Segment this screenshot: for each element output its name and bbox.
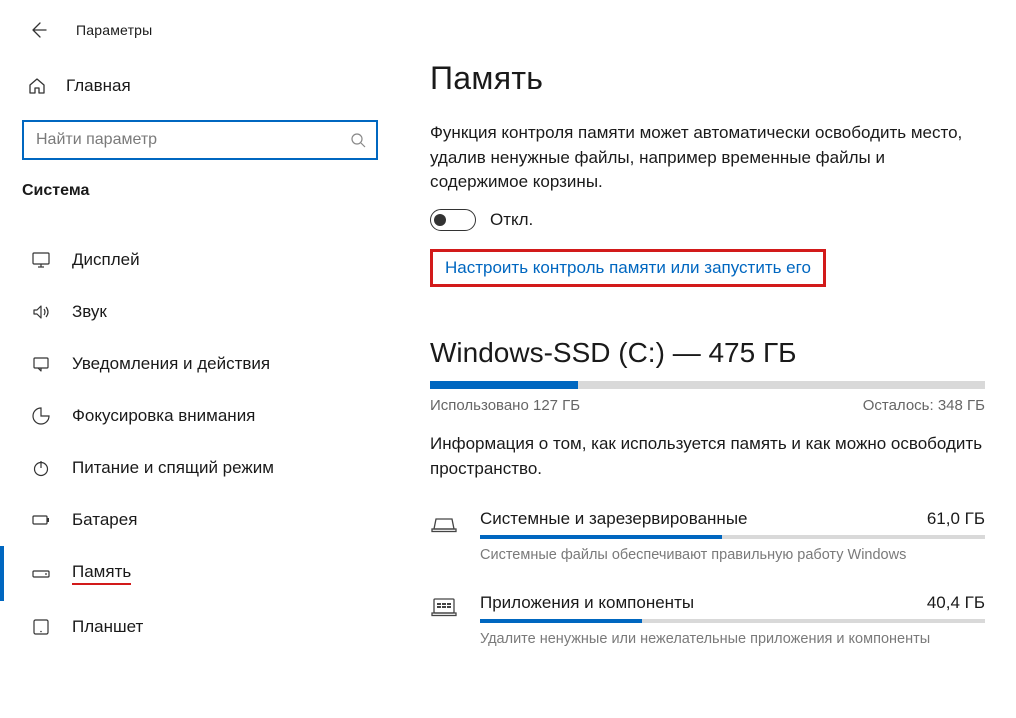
- category-subtext: Системные файлы обеспечивают правильную …: [480, 547, 985, 563]
- drive-usage-bar: [430, 381, 985, 389]
- storage-sense-toggle[interactable]: [430, 209, 476, 231]
- category-bar-fill: [480, 535, 722, 539]
- power-icon: [30, 458, 52, 478]
- sidebar-item-display[interactable]: Дисплей: [0, 234, 400, 286]
- drive-used-label: Использовано 127 ГБ: [430, 397, 580, 414]
- storage-icon: [30, 564, 52, 584]
- main-content: Память Функция контроля памяти может авт…: [400, 0, 1016, 718]
- sound-icon: [30, 302, 52, 322]
- storage-sense-toggle-row: Откл.: [430, 209, 986, 231]
- sidebar-category: Система: [0, 178, 400, 214]
- storage-category-row[interactable]: Приложения и компоненты 40,4 ГБ Удалите не…: [430, 593, 985, 647]
- sidebar-item-label: Уведомления и действия: [72, 354, 270, 374]
- search-icon: [350, 132, 366, 148]
- search-field[interactable]: [22, 120, 378, 160]
- search-wrap: [22, 120, 378, 160]
- storage-sense-desc: Функция контроля памяти может автоматиче…: [430, 121, 986, 195]
- home-item[interactable]: Главная: [0, 64, 400, 108]
- sidebar-item-label: Звук: [72, 302, 107, 322]
- search-input[interactable]: [34, 130, 350, 150]
- category-size: 40,4 ГБ: [927, 593, 985, 613]
- sidebar-item-focus[interactable]: Фокусировка внимания: [0, 390, 400, 442]
- storage-category-row[interactable]: Системные и зарезервированные 61,0 ГБ Сист…: [430, 509, 985, 563]
- focus-icon: [30, 406, 52, 426]
- sidebar-item-label: Фокусировка внимания: [72, 406, 255, 426]
- sidebar-item-battery[interactable]: Батарея: [0, 494, 400, 546]
- configure-storage-sense-link[interactable]: Настроить контроль памяти или запустить …: [445, 258, 811, 277]
- category-subtext: Удалите ненужные или нежелательные прило…: [480, 631, 985, 647]
- sidebar-item-tablet[interactable]: Планшет: [0, 601, 400, 653]
- system-icon: [430, 509, 480, 535]
- sidebar-item-label: Дисплей: [72, 250, 140, 270]
- category-body: Системные и зарезервированные 61,0 ГБ Сист…: [480, 509, 985, 563]
- tablet-icon: [30, 617, 52, 637]
- sidebar-item-label: Батарея: [72, 510, 137, 530]
- drive-remaining-label: Осталось: 348 ГБ: [863, 397, 985, 414]
- apps-icon: [430, 593, 480, 619]
- configure-link-highlight: Настроить контроль памяти или запустить …: [430, 249, 826, 287]
- home-label: Главная: [66, 76, 131, 96]
- page-title: Память: [430, 60, 986, 97]
- storage-category-list: Системные и зарезервированные 61,0 ГБ Сист…: [430, 509, 986, 647]
- sidebar-item-power[interactable]: Питание и спящий режим: [0, 442, 400, 494]
- category-bar: [480, 535, 985, 539]
- category-bar: [480, 619, 985, 623]
- nav-list: Дисплей Звук Уведомления и действия Фокусир…: [0, 214, 400, 653]
- category-name: Системные и зарезервированные: [480, 509, 748, 529]
- drive-usage-legend: Использовано 127 ГБ Осталось: 348 ГБ: [430, 397, 985, 414]
- category-body: Приложения и компоненты 40,4 ГБ Удалите не…: [480, 593, 985, 647]
- sidebar-item-label: Питание и спящий режим: [72, 458, 274, 478]
- sidebar: Параметры Главная Система Дисплей Звук Уве…: [0, 0, 400, 718]
- category-size: 61,0 ГБ: [927, 509, 985, 529]
- sidebar-item-label: Память: [72, 562, 131, 585]
- drive-heading: Windows-SSD (C:) — 475 ГБ: [430, 337, 986, 369]
- sidebar-item-storage[interactable]: Память: [0, 546, 400, 601]
- window-title: Параметры: [76, 22, 152, 38]
- usage-info-text: Информация о том, как используется памят…: [430, 432, 985, 481]
- battery-icon: [30, 510, 52, 530]
- category-bar-fill: [480, 619, 642, 623]
- notif-icon: [30, 354, 52, 374]
- sidebar-item-notif[interactable]: Уведомления и действия: [0, 338, 400, 390]
- home-icon: [26, 76, 48, 96]
- toggle-state-label: Откл.: [490, 210, 533, 230]
- back-button[interactable]: [22, 14, 54, 46]
- category-name: Приложения и компоненты: [480, 593, 694, 613]
- drive-usage-bar-fill: [430, 381, 578, 389]
- display-icon: [30, 250, 52, 270]
- sidebar-item-label: Планшет: [72, 617, 143, 637]
- titlebar: Параметры: [0, 10, 400, 64]
- sidebar-item-sound[interactable]: Звук: [0, 286, 400, 338]
- arrow-left-icon: [28, 20, 48, 40]
